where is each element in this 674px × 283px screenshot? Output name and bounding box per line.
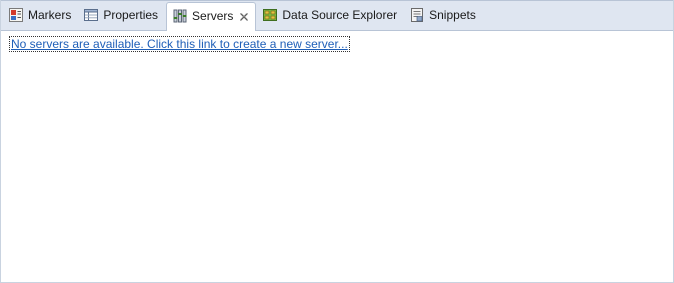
servers-content-area: No servers are available. Click this lin… [1, 31, 673, 282]
view-tab-bar: Markers Properties Servers Data Source E… [1, 0, 673, 31]
tab-snippets-label: Snippets [429, 8, 476, 22]
servers-view-panel: Markers Properties Servers Data Source E… [0, 0, 674, 283]
servers-icon [172, 8, 188, 24]
tab-properties-label: Properties [103, 8, 159, 22]
tab-servers-label: Servers [192, 9, 234, 23]
tab-snippets[interactable]: Snippets [405, 2, 482, 28]
snippets-icon [409, 7, 425, 23]
properties-icon [83, 7, 99, 23]
tab-data-source-explorer-label: Data Source Explorer [282, 8, 398, 22]
tab-markers[interactable]: Markers [4, 2, 77, 28]
markers-icon [8, 7, 24, 23]
close-tab-icon[interactable] [239, 11, 249, 21]
tab-markers-label: Markers [28, 8, 72, 22]
tab-data-source-explorer[interactable]: Data Source Explorer [258, 2, 403, 28]
tab-servers[interactable]: Servers [166, 2, 257, 31]
tab-properties[interactable]: Properties [79, 2, 164, 28]
create-new-server-link[interactable]: No servers are available. Click this lin… [9, 36, 350, 52]
data-source-explorer-icon [262, 7, 278, 23]
